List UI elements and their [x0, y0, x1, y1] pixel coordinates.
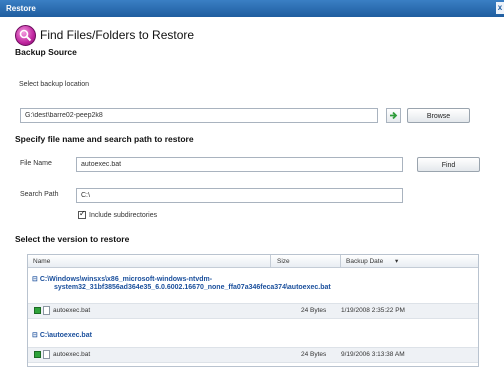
sort-down-icon: ▾ [395, 258, 399, 265]
include-subdirectories-checkbox[interactable] [78, 209, 86, 219]
row-size: 24 Bytes [301, 307, 327, 314]
row-name: autoexec.bat [53, 307, 91, 314]
select-marker-icon[interactable] [34, 351, 41, 358]
search-path-input[interactable] [76, 188, 403, 203]
arrow-right-icon [390, 111, 398, 120]
version-group-path[interactable]: ⊟ C:\autoexec.bat [32, 332, 92, 340]
file-name-label: File Name [20, 160, 52, 167]
expand-icon[interactable]: ⊟ [32, 332, 40, 339]
magnifier-icon [15, 25, 36, 46]
row-date: 1/19/2008 2:35:22 PM [341, 307, 405, 314]
file-icon [43, 350, 50, 359]
row-date: 9/19/2006 3:13:38 AM [341, 351, 405, 358]
expand-icon[interactable]: ⊟ [32, 276, 40, 283]
browse-button[interactable]: Browse [407, 108, 470, 123]
close-icon[interactable]: x [496, 2, 504, 14]
file-name-input[interactable] [76, 157, 403, 172]
backup-location-input[interactable] [20, 108, 378, 123]
find-button[interactable]: Find [417, 157, 480, 172]
column-size[interactable]: Size [277, 258, 290, 265]
table-row[interactable]: autoexec.bat 24 Bytes 1/19/2008 2:35:22 … [28, 303, 478, 319]
version-group-path[interactable]: ⊟ C:\Windows\winsxs\x86_microsoft-window… [32, 276, 331, 292]
column-backup-date[interactable]: Backup Date [346, 258, 383, 265]
section-versions: Select the version to restore [15, 234, 130, 244]
backup-location-label: Select backup location [19, 81, 90, 88]
section-search: Specify file name and search path to res… [15, 134, 194, 144]
section-backup-source: Backup Source [15, 47, 77, 57]
search-path-label: Search Path [20, 191, 59, 198]
select-marker-icon[interactable] [34, 307, 41, 314]
window-title: Restore [6, 4, 36, 13]
file-icon [43, 306, 50, 315]
table-row[interactable]: autoexec.bat 24 Bytes 9/19/2006 3:13:38 … [28, 347, 478, 363]
column-name[interactable]: Name [33, 258, 50, 265]
go-button[interactable] [386, 108, 401, 123]
versions-grid: Name Size Backup Date ▾ ⊟ C:\Windows\win… [27, 254, 479, 367]
grid-header: Name Size Backup Date ▾ [28, 255, 478, 268]
row-size: 24 Bytes [301, 351, 327, 358]
include-subdirectories-label: Include subdirectories [89, 212, 158, 219]
row-name: autoexec.bat [53, 351, 91, 358]
page-title: Find Files/Folders to Restore [40, 28, 195, 42]
window-titlebar: Restore x [0, 0, 504, 17]
